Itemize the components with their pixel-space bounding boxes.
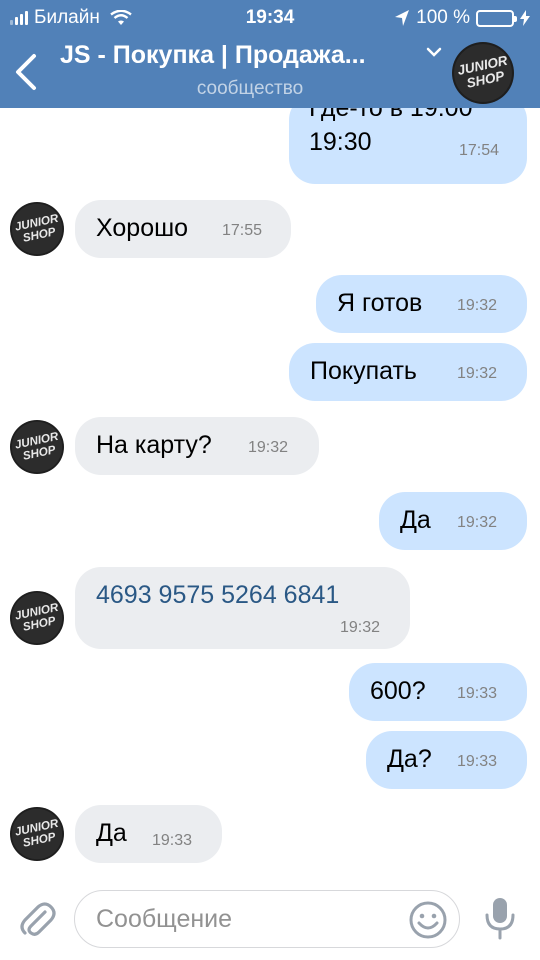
message-text: Я готов — [337, 289, 423, 317]
message-time: 19:32 — [248, 439, 289, 456]
sender-avatar[interactable] — [10, 420, 64, 474]
message-text: Покупать — [310, 357, 417, 385]
message-bubble-incoming[interactable]: Да 19:33 — [75, 805, 222, 863]
message-bubble-outgoing[interactable]: Да? 19:33 — [366, 731, 527, 789]
message-text: Да — [400, 506, 431, 534]
message-input-placeholder: Сообщение — [96, 905, 233, 933]
charging-bolt-icon — [520, 10, 530, 26]
message-text-line: Где-то в 19:00 — [309, 108, 473, 122]
message-text: Хорошо — [96, 214, 189, 242]
message-time: 17:55 — [222, 222, 263, 239]
message-bubble-outgoing[interactable]: Я готов 19:32 — [316, 275, 527, 333]
message-text: Да? — [387, 745, 432, 773]
location-arrow-icon — [395, 10, 410, 26]
microphone-icon[interactable] — [480, 895, 520, 941]
message-time: 19:33 — [152, 832, 193, 849]
message-time: 19:32 — [457, 514, 498, 531]
message-bubble-outgoing[interactable]: 600? 19:33 — [349, 663, 527, 721]
battery-icon — [476, 9, 517, 27]
status-right: 100 % — [394, 7, 530, 29]
message-time: 19:32 — [457, 297, 498, 314]
community-avatar[interactable] — [452, 42, 514, 104]
sender-avatar[interactable] — [10, 202, 64, 256]
message-text: На карту? — [96, 431, 212, 459]
paperclip-icon[interactable] — [18, 898, 56, 940]
chat-title[interactable]: JS - Покупка | Продажа... — [60, 41, 405, 70]
message-text: 600? — [370, 677, 426, 705]
chat-header: Билайн 19:34 100 % JS - Покупка | Продаж… — [0, 0, 540, 108]
battery-percent: 100 % — [416, 7, 470, 28]
sender-avatar[interactable] — [10, 807, 64, 861]
message-bubble-outgoing[interactable]: Где-то в 19:00 19:30 17:54 — [289, 108, 527, 184]
chevron-down-icon[interactable] — [425, 46, 443, 58]
chat-subtitle: сообщество — [196, 78, 304, 99]
message-input[interactable]: Сообщение — [74, 890, 460, 948]
message-time: 19:32 — [457, 365, 498, 382]
status-bar: Билайн 19:34 100 % — [0, 0, 540, 36]
message-text: Да — [96, 819, 127, 847]
message-bubble-incoming[interactable]: 4693 9575 5264 6841 19:32 — [75, 567, 410, 649]
message-time: 17:54 — [459, 142, 500, 159]
smile-icon[interactable] — [408, 900, 448, 940]
message-bubble-incoming[interactable]: Хорошо 17:55 — [75, 200, 291, 258]
message-bubble-outgoing[interactable]: Да 19:32 — [379, 492, 527, 550]
sender-avatar[interactable] — [10, 591, 64, 645]
message-time: 19:33 — [457, 685, 498, 702]
message-bubble-outgoing[interactable]: Покупать 19:32 — [289, 343, 527, 401]
message-bubble-incoming[interactable]: На карту? 19:32 — [75, 417, 319, 475]
message-time: 19:32 — [340, 619, 381, 636]
message-link-text[interactable]: 4693 9575 5264 6841 — [96, 581, 339, 610]
message-time: 19:33 — [457, 753, 498, 770]
message-list[interactable]: Где-то в 19:00 19:30 17:54 Хорошо 17:55 … — [0, 108, 540, 870]
message-text-line: 19:30 — [309, 128, 372, 156]
